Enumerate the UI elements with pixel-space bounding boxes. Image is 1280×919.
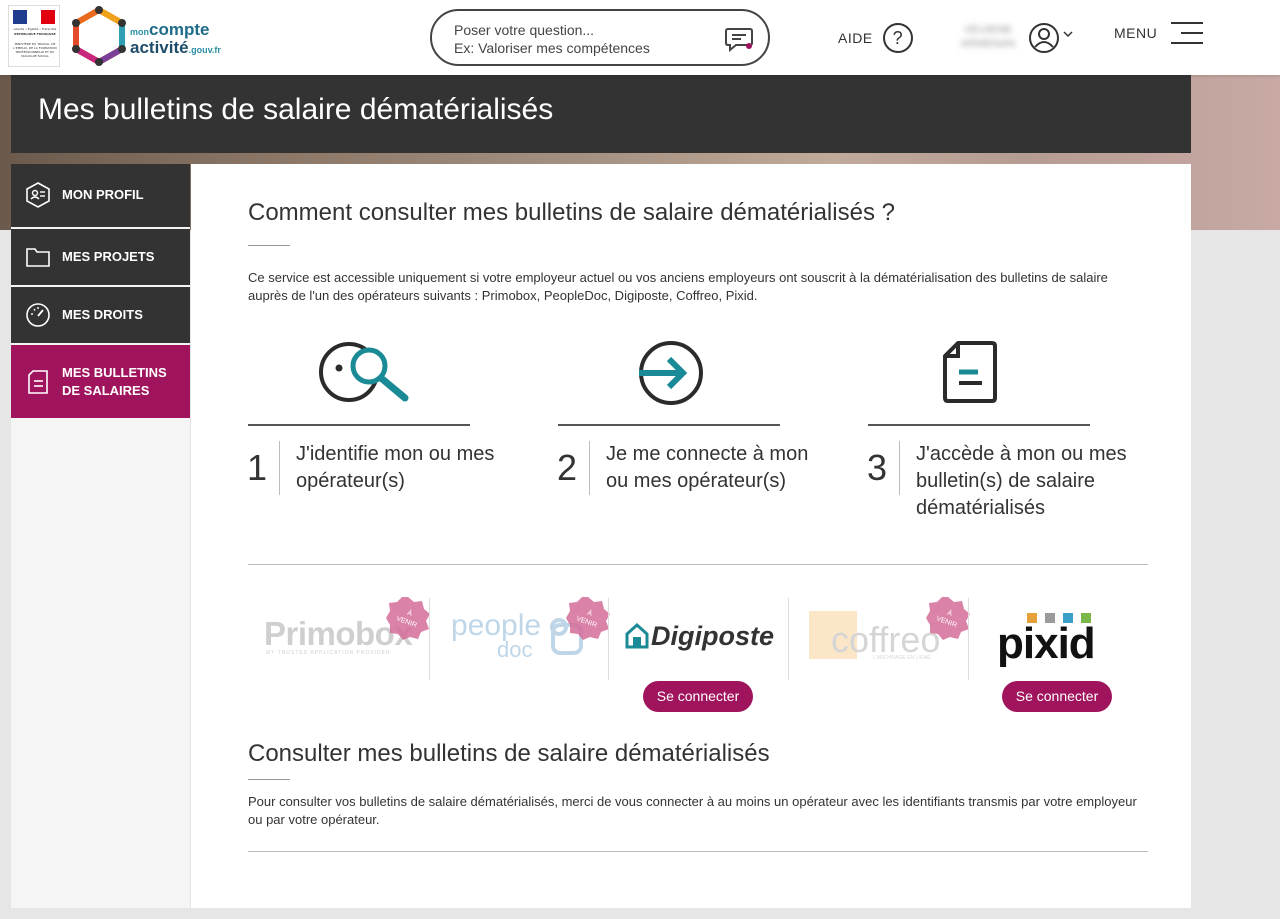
pixid-connect-button[interactable]: Se connecter bbox=[1002, 681, 1112, 712]
step-3-text: J'accède à mon ou mes bulletin(s) de sal… bbox=[916, 443, 1127, 519]
step-1-divider bbox=[279, 441, 280, 495]
step-3-rule bbox=[868, 424, 1090, 426]
document-icon bbox=[943, 341, 997, 403]
step-2-divider bbox=[589, 441, 590, 495]
operator-separator bbox=[608, 598, 609, 680]
sidebar-item-mon-profil[interactable]: MON PROFIL bbox=[11, 164, 190, 227]
marianne-logo[interactable]: Liberté • Égalité • Fraternité RÉPUBLIQU… bbox=[8, 5, 60, 67]
sidebar-item-label: MES BULLETINS DE SALAIRES bbox=[62, 365, 167, 398]
gauge-icon bbox=[26, 303, 50, 327]
coming-soon-badge-icon: À VENIR bbox=[926, 597, 970, 640]
step-3-number: 3 bbox=[867, 447, 888, 488]
arrow-circle-icon bbox=[639, 341, 703, 405]
question-mark-icon: ? bbox=[882, 23, 913, 53]
coming-soon-badge-icon: À VENIR bbox=[386, 597, 430, 640]
user-avatar-icon bbox=[1029, 23, 1059, 53]
page-title: Mes bulletins de salaire dématérialisés bbox=[38, 93, 554, 126]
folder-icon bbox=[26, 248, 50, 267]
brand-activite: activité bbox=[130, 38, 189, 57]
sidebar-item-mes-projets[interactable]: MES PROJETS bbox=[11, 229, 190, 285]
operator-separator bbox=[968, 598, 969, 680]
section-divider bbox=[248, 564, 1148, 565]
main-menu-button[interactable]: MENU bbox=[1114, 22, 1204, 44]
brand-compte: compte bbox=[149, 20, 210, 39]
search-placeholder-line2: Ex: Valoriser mes compétences bbox=[454, 40, 650, 56]
digiposte-house-icon bbox=[625, 623, 649, 649]
pixid-wordmark: pixid bbox=[997, 619, 1096, 668]
operator-separator bbox=[788, 598, 789, 680]
step-3-divider bbox=[899, 441, 900, 495]
brand-logo[interactable]: moncompte activité.gouv.fr bbox=[70, 4, 240, 68]
step-2-number: 2 bbox=[557, 447, 578, 488]
help-button[interactable]: AIDE ? bbox=[838, 22, 913, 54]
step-1-rule bbox=[248, 424, 470, 426]
brand-mon: mon bbox=[130, 27, 149, 37]
sidebar-item-mes-bulletins[interactable]: MES BULLETINS DE SALAIRES bbox=[11, 345, 190, 418]
operator-separator bbox=[429, 598, 430, 680]
outro-text: Pour consulter vos bulletins de salaire … bbox=[248, 794, 1137, 827]
brand-wordmark: moncompte activité.gouv.fr bbox=[130, 20, 221, 58]
sidebar: MON PROFIL MES PROJETS MES DROITS MES BU… bbox=[11, 164, 190, 908]
sidebar-item-label: MES PROJETS bbox=[62, 249, 155, 264]
document-icon bbox=[28, 370, 48, 394]
coffreo-tagline: L'ARCHIVAGE EN LIGNE bbox=[873, 655, 931, 661]
profile-card-icon bbox=[26, 182, 50, 208]
operator-digiposte-logo: Digiposte bbox=[611, 597, 791, 682]
peopledoc-wordmark-bottom: doc bbox=[497, 637, 533, 662]
digiposte-wordmark: Digiposte bbox=[651, 621, 775, 651]
primobox-tagline: MY TRUSTED APPLICATION PROVIDER bbox=[266, 650, 391, 656]
face-magnifier-icon bbox=[319, 342, 409, 402]
main-content-card: Comment consulter mes bulletins de salai… bbox=[191, 164, 1191, 908]
step-1-number: 1 bbox=[247, 447, 268, 488]
step-1-text: J'identifie mon ou mes opérateur(s) bbox=[296, 443, 495, 492]
french-flag-icon bbox=[13, 10, 55, 24]
title-underline bbox=[248, 779, 290, 780]
intro-text: Ce service est accessible uniquement si … bbox=[248, 270, 1108, 303]
brand-gouv: .gouv.fr bbox=[188, 45, 221, 55]
step-2-text: Je me connecte à mon ou mes opérateur(s) bbox=[606, 443, 809, 492]
menu-label: MENU bbox=[1114, 25, 1158, 41]
logo-ministry: MINISTÈRE DU TRAVAIL, DE L'EMPLOI, DE LA… bbox=[13, 42, 57, 58]
operator-pixid-logo: pixid bbox=[971, 597, 1151, 682]
chat-bubble-icon[interactable] bbox=[724, 24, 754, 54]
coming-soon-badge-icon: À VENIR bbox=[566, 597, 610, 640]
search-placeholder-line1: Poser votre question... bbox=[454, 22, 595, 38]
user-name-blurred: VEUIENE ARMENAN bbox=[960, 24, 1016, 50]
page-title-band: Mes bulletins de salaire dématérialisés bbox=[11, 75, 1191, 153]
bottom-divider bbox=[248, 851, 1148, 852]
step-2-rule bbox=[558, 424, 780, 426]
logo-motto: Liberté • Égalité • Fraternité bbox=[13, 27, 57, 31]
sidebar-item-label: MON PROFIL bbox=[62, 187, 144, 202]
user-account-menu[interactable]: VEUIENE ARMENAN bbox=[948, 18, 1080, 58]
sidebar-item-label: MES DROITS bbox=[62, 307, 143, 322]
help-label: AIDE bbox=[838, 30, 873, 46]
hexagon-logo-icon bbox=[72, 6, 126, 66]
question-search-input[interactable]: Poser votre question... Ex: Valoriser me… bbox=[430, 9, 770, 66]
title-underline bbox=[248, 245, 290, 246]
section-title-how: Comment consulter mes bulletins de salai… bbox=[248, 199, 895, 226]
chevron-down-icon bbox=[1063, 31, 1073, 38]
sidebar-item-mes-droits[interactable]: MES DROITS bbox=[11, 287, 190, 343]
hamburger-icon bbox=[1171, 22, 1204, 44]
top-header: Liberté • Égalité • Fraternité RÉPUBLIQU… bbox=[0, 0, 1280, 75]
digiposte-connect-button[interactable]: Se connecter bbox=[643, 681, 753, 712]
logo-republic: RÉPUBLIQUE FRANÇAISE bbox=[14, 32, 56, 36]
section-title-consult: Consulter mes bulletins de salaire démat… bbox=[248, 740, 770, 767]
